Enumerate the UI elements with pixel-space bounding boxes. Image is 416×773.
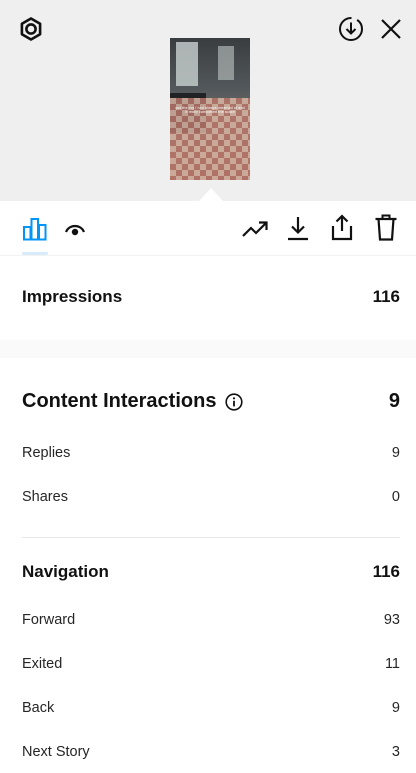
forward-value: 93 bbox=[383, 612, 400, 628]
list-item: Shares 0 bbox=[22, 489, 400, 505]
close-icon bbox=[381, 19, 401, 39]
promote-button[interactable] bbox=[239, 214, 271, 244]
settings-button[interactable] bbox=[16, 14, 46, 44]
trending-up-icon bbox=[242, 221, 268, 237]
exited-label: Exited bbox=[22, 656, 63, 672]
content-interactions-value: 9 bbox=[388, 390, 400, 412]
list-item: Next Story 3 bbox=[22, 744, 400, 760]
navigation-header: Navigation 116 bbox=[22, 562, 400, 582]
content-interactions-label: Content Interactions bbox=[22, 390, 217, 412]
info-button[interactable] bbox=[224, 392, 244, 412]
exited-value: 11 bbox=[384, 656, 400, 672]
forward-label: Forward bbox=[22, 612, 76, 628]
list-item: Forward 93 bbox=[22, 612, 400, 628]
impressions-value: 116 bbox=[372, 287, 400, 306]
content-interactions-title: Content Interactions bbox=[22, 390, 244, 413]
replies-label: Replies bbox=[22, 445, 71, 461]
section-separator bbox=[0, 340, 416, 358]
thumbnail-caption: got the rug I had always dreamed of and … bbox=[175, 106, 245, 114]
thumbnail-pointer bbox=[199, 188, 223, 201]
content-interactions-header: Content Interactions 9 bbox=[22, 390, 400, 413]
share-button[interactable] bbox=[327, 211, 357, 244]
bar-chart-icon bbox=[23, 218, 47, 241]
navigation-label: Navigation bbox=[22, 562, 109, 581]
download-icon bbox=[288, 217, 308, 241]
list-item: Exited 11 bbox=[22, 656, 400, 672]
impressions-label: Impressions bbox=[22, 287, 123, 306]
navigation-value: 116 bbox=[372, 562, 400, 581]
thumbnail-window bbox=[176, 42, 198, 86]
list-item: Back 9 bbox=[22, 700, 400, 716]
next-story-value: 3 bbox=[391, 744, 400, 760]
toolbar-divider bbox=[0, 255, 416, 256]
back-value: 9 bbox=[391, 700, 400, 716]
impressions-row: Impressions 116 bbox=[22, 287, 400, 307]
share-icon bbox=[331, 214, 353, 241]
circle-download-icon bbox=[339, 17, 363, 41]
gear-icon bbox=[20, 17, 42, 41]
download-button[interactable] bbox=[284, 212, 312, 244]
next-story-label: Next Story bbox=[22, 744, 90, 760]
thumbnail-window bbox=[218, 46, 234, 80]
eye-icon bbox=[64, 224, 86, 236]
section-divider bbox=[22, 537, 400, 538]
shares-value: 0 bbox=[391, 489, 400, 505]
delete-button[interactable] bbox=[372, 211, 400, 244]
back-label: Back bbox=[22, 700, 55, 716]
replies-value: 9 bbox=[391, 445, 400, 461]
tab-viewers[interactable] bbox=[62, 216, 88, 242]
save-story-button[interactable] bbox=[335, 13, 367, 45]
story-thumbnail[interactable]: got the rug I had always dreamed of and … bbox=[170, 38, 250, 180]
info-icon bbox=[225, 392, 244, 411]
list-item: Replies 9 bbox=[22, 445, 400, 461]
close-button[interactable] bbox=[376, 14, 406, 44]
trash-icon bbox=[375, 214, 397, 241]
tab-insights[interactable] bbox=[20, 214, 50, 244]
shares-label: Shares bbox=[22, 489, 68, 505]
